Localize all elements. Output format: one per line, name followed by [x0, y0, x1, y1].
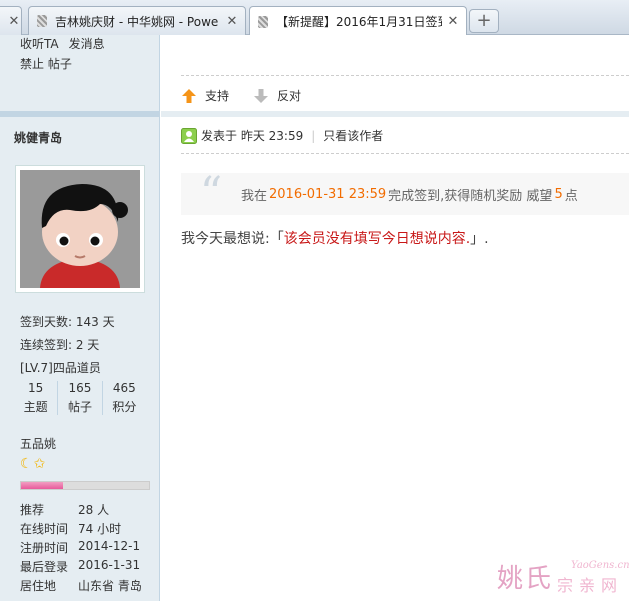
- vote-bar: 支持 反对: [181, 87, 325, 104]
- arrow-down-icon: [254, 88, 269, 103]
- cartoon-avatar-icon: [20, 170, 140, 288]
- info-value: 2014-12-1: [78, 539, 141, 553]
- oppose-label: 反对: [277, 89, 302, 103]
- follow-link[interactable]: 收听TA: [20, 37, 59, 49]
- rank-stars: ☾✩: [20, 456, 46, 472]
- posts-link[interactable]: 帖子: [48, 57, 72, 71]
- info-value: 28 人: [78, 503, 110, 517]
- quote-text: 点: [564, 188, 578, 204]
- star-icon: ✩: [33, 456, 47, 472]
- count-threads[interactable]: 15 主题: [14, 381, 59, 415]
- watermark: 姚氏 宗亲网 YaoGens.cn: [497, 558, 629, 598]
- browser-tab-bar: ✕ 吉林姚庆财 - 中华姚网 - Powe ✕ 【新提醒】2016年1月31日签…: [0, 0, 629, 36]
- author-sidebar: 收听TA 发消息 禁止 帖子 姚健青岛 签到天数: 143 天 连续签到: 2 天…: [0, 35, 160, 601]
- info-key: 推荐: [20, 503, 45, 517]
- tab-title: 【新提醒】2016年1月31日签到: [276, 15, 442, 29]
- info-row: 最后登录 2016-1-31: [20, 558, 142, 577]
- moon-icon: ☾: [20, 456, 34, 472]
- count-points[interactable]: 465 积分: [103, 381, 146, 415]
- divider: [181, 153, 629, 154]
- count-label: 帖子: [67, 400, 92, 414]
- close-tab-icon[interactable]: ✕: [446, 14, 460, 29]
- sidebar-actions: 收听TA 发消息 禁止 帖子: [0, 35, 160, 113]
- rank-progress-fill: [21, 482, 64, 489]
- consecutive-days: 连续签到: 2 天: [20, 338, 100, 352]
- info-row: 在线时间 74 小时: [20, 520, 142, 539]
- favicon-icon: [256, 15, 270, 29]
- support-button[interactable]: 支持: [181, 87, 229, 104]
- watermark-logo-text: 姚氏: [497, 564, 554, 594]
- quote-text: 完成签到,获得随机奖励 威望: [388, 188, 553, 204]
- today-saying: 我今天最想说:「该会员没有填写今日想说内容.」.: [181, 228, 489, 248]
- count-value: 165: [68, 381, 92, 395]
- checkin-datetime: 2016-01-31 23:59: [269, 186, 387, 202]
- divider: [0, 111, 160, 117]
- info-value: 74 小时: [78, 522, 122, 536]
- info-key: 注册时间: [20, 541, 69, 555]
- quote-text: 我在: [241, 188, 268, 204]
- rank-progress-bar: [20, 481, 150, 490]
- ban-row: 禁止 帖子: [20, 55, 72, 72]
- avatar[interactable]: [15, 165, 145, 293]
- send-message-link[interactable]: 发消息: [69, 37, 105, 49]
- oppose-button[interactable]: 反对: [253, 87, 301, 104]
- count-label: 主题: [23, 400, 48, 414]
- only-author-link[interactable]: 只看该作者: [323, 127, 383, 144]
- quote-mark-icon: “: [199, 168, 223, 219]
- reward-points: 5: [554, 186, 563, 202]
- close-tab-icon[interactable]: ✕: [225, 14, 239, 29]
- support-label: 支持: [205, 89, 230, 103]
- divider: [161, 111, 629, 117]
- saying-prefix: 我今天最想说:「: [181, 231, 284, 247]
- ban-link[interactable]: 禁止: [20, 57, 44, 71]
- posted-time: 发表于 昨天 23:59: [201, 129, 304, 143]
- info-value: 2016-1-31: [78, 558, 141, 572]
- online-status-icon: [181, 127, 197, 144]
- checkin-days: 签到天数: 143 天: [20, 315, 115, 329]
- saying-suffix: 」.: [470, 231, 489, 247]
- browser-tab-2[interactable]: 吉林姚庆财 - 中华姚网 - Powe ✕: [28, 6, 246, 35]
- new-tab-button[interactable]: +: [469, 9, 499, 33]
- info-value: 山东省 青岛: [78, 579, 142, 593]
- post-meta: 发表于 昨天 23:59 | 只看该作者: [181, 127, 383, 144]
- watermark-subtext: 宗亲网: [557, 576, 624, 595]
- user-info: 推荐 28 人 在线时间 74 小时 注册时间 2014-12-1 最后登录 2016-…: [20, 501, 142, 596]
- info-row: 居住地 山东省 青岛: [20, 577, 142, 596]
- separator: |: [311, 128, 316, 143]
- count-value: 465: [112, 381, 136, 395]
- post-content: 支持 反对 发表于 昨天 23:59 | 只看该作者 “ 我在 2016-01-…: [161, 35, 629, 601]
- count-posts[interactable]: 165 帖子: [58, 381, 103, 415]
- user-level: [LV.7]四品道员: [20, 361, 101, 375]
- arrow-up-icon: [182, 88, 196, 103]
- info-key: 居住地: [20, 579, 57, 593]
- info-key: 最后登录: [20, 560, 69, 574]
- count-value: 15: [28, 381, 44, 395]
- divider: [181, 75, 629, 76]
- close-tab-icon[interactable]: ✕: [7, 14, 21, 29]
- rank-title[interactable]: 五品姚: [20, 435, 56, 452]
- info-row: 注册时间 2014-12-1: [20, 539, 142, 558]
- follow-row: 收听TA 发消息: [20, 35, 115, 49]
- checkin-quote: “ 我在 2016-01-31 23:59 完成签到,获得随机奖励 威望 5 点: [181, 168, 629, 219]
- tab-title: 吉林姚庆财 - 中华姚网 - Powe: [55, 14, 219, 29]
- user-counts: 15 主题 165 帖子 465 积分: [14, 381, 146, 415]
- browser-tab-3[interactable]: 【新提醒】2016年1月31日签到 ✕: [249, 6, 467, 36]
- username-link[interactable]: 姚健青岛: [14, 129, 62, 146]
- favicon-icon: [35, 14, 49, 28]
- watermark-url: YaoGens.cn: [571, 560, 629, 571]
- saying-content: 该会员没有填写今日想说内容.: [283, 231, 471, 247]
- info-key: 在线时间: [20, 522, 69, 536]
- info-row: 推荐 28 人: [20, 501, 142, 520]
- browser-tab-1[interactable]: ✕: [0, 6, 22, 35]
- count-label: 积分: [112, 400, 137, 414]
